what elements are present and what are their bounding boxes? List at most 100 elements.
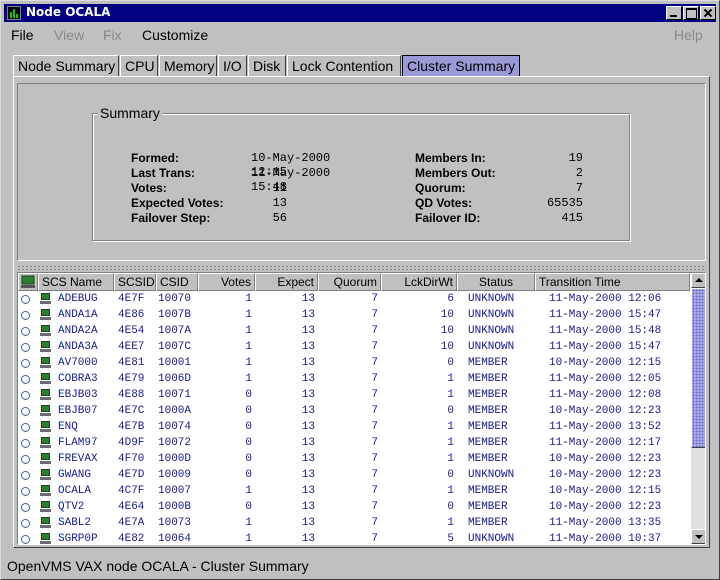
table-row[interactable]: ANDA2A 4E54 1007A 1 13 7 10 UNKNOWN 11-May-2000 … xyxy=(18,323,690,339)
menu-help[interactable]: Help xyxy=(674,27,703,43)
row-select-radio[interactable] xyxy=(21,439,30,448)
table-row[interactable]: EBJB03 4E88 10071 0 13 7 1 MEMBER 11-May-2000 12… xyxy=(18,387,690,403)
menu-customize[interactable]: Customize xyxy=(142,27,208,43)
table-row[interactable]: ADEBUG 4E7F 10070 1 13 7 6 UNKNOWN 11-May-2000 1… xyxy=(18,291,690,307)
cell-scsid: 4E7D xyxy=(118,469,145,481)
cell-lckdirwt: 1 xyxy=(447,437,454,449)
row-select-radio[interactable] xyxy=(21,423,30,432)
node-computer-icon xyxy=(40,309,51,321)
row-select-radio[interactable] xyxy=(21,359,30,368)
cell-scs-name: FLAM97 xyxy=(58,437,98,449)
row-select-radio[interactable] xyxy=(21,487,30,496)
splitter-handle[interactable] xyxy=(17,265,706,270)
maximize-icon[interactable] xyxy=(683,6,699,20)
row-select-radio[interactable] xyxy=(21,503,30,512)
cell-quorum: 7 xyxy=(371,437,378,449)
row-select-radio[interactable] xyxy=(21,343,30,352)
tab-lock-contention[interactable]: Lock Contention xyxy=(287,55,401,77)
cell-expect: 13 xyxy=(301,469,315,481)
table-row[interactable]: ENQ 4E7B 10074 0 13 7 1 MEMBER 11-May-2000 13:52 xyxy=(18,419,690,435)
table-row[interactable]: ANDA3A 4EE7 1007C 1 13 7 10 UNKNOWN 11-May-2000 … xyxy=(18,339,690,355)
cell-transition-time: 11-May-2000 12:06 xyxy=(549,293,662,305)
cell-expect: 13 xyxy=(301,517,315,529)
column-votes[interactable]: Votes xyxy=(198,273,255,291)
members-out-value: 2 xyxy=(575,166,583,180)
vertical-scrollbar[interactable] xyxy=(691,273,705,544)
cell-transition-time: 10-May-2000 12:15 xyxy=(549,485,662,497)
scroll-down-icon[interactable] xyxy=(691,529,705,544)
cell-lckdirwt: 1 xyxy=(447,453,454,465)
cell-quorum: 7 xyxy=(371,421,378,433)
cell-status: UNKNOWN xyxy=(468,341,515,353)
table-row[interactable]: SABL2 4E7A 10073 1 13 7 1 MEMBER 11-May-2000 13:… xyxy=(18,515,690,531)
column-csid[interactable]: CSID xyxy=(156,273,198,291)
row-select-radio[interactable] xyxy=(21,407,30,416)
menu-fix[interactable]: Fix xyxy=(103,27,122,43)
cell-status: MEMBER xyxy=(468,389,508,401)
tab-memory[interactable]: Memory xyxy=(159,55,217,77)
row-select-radio[interactable] xyxy=(21,327,30,336)
column-scsid[interactable]: SCSID xyxy=(114,273,156,291)
cell-csid: 1007A xyxy=(158,325,192,337)
cell-quorum: 7 xyxy=(371,325,378,337)
cell-csid: 10073 xyxy=(158,517,192,529)
column-lckdirwt[interactable]: LckDirWt xyxy=(381,273,457,291)
cell-expect: 13 xyxy=(301,485,315,497)
column-scs-name[interactable]: SCS Name xyxy=(38,273,114,291)
cell-expect: 13 xyxy=(301,357,315,369)
cell-csid: 10072 xyxy=(158,437,192,449)
tab-disk[interactable]: Disk xyxy=(248,55,286,77)
column-quorum[interactable]: Quorum xyxy=(318,273,381,291)
node-computer-icon xyxy=(40,405,51,417)
column-expect[interactable]: Expect xyxy=(255,273,318,291)
cell-transition-time: 11-May-2000 13:52 xyxy=(549,421,662,433)
row-select-radio[interactable] xyxy=(21,535,30,544)
cell-expect: 13 xyxy=(301,501,315,513)
table-row[interactable]: QTV2 4E64 1000B 0 13 7 0 MEMBER 10-May-2000 12:2… xyxy=(18,499,690,515)
cell-lckdirwt: 0 xyxy=(447,405,454,417)
table-row[interactable]: COBRA3 4E79 1006D 1 13 7 1 MEMBER 11-May-2000 12… xyxy=(18,371,690,387)
table-row[interactable]: OCALA 4C7F 10007 1 13 7 1 MEMBER 10-May-2000 12:… xyxy=(18,483,690,499)
cell-transition-time: 10-May-2000 12:15 xyxy=(549,357,662,369)
table-row[interactable]: EBJB07 4E7C 1000A 0 13 7 0 MEMBER 10-May-2000 12… xyxy=(18,403,690,419)
table-row[interactable]: FLAM97 4D9F 10072 0 13 7 1 MEMBER 11-May-2000 12… xyxy=(18,435,690,451)
table-row[interactable]: SGRP0P 4E82 10064 1 13 7 5 UNKNOWN 11-May-2000 1… xyxy=(18,531,690,544)
row-select-radio[interactable] xyxy=(21,375,30,384)
menu-view[interactable]: View xyxy=(54,27,84,43)
scroll-up-icon[interactable] xyxy=(691,273,705,288)
close-icon[interactable] xyxy=(700,6,716,20)
scroll-thumb[interactable] xyxy=(691,288,705,448)
cell-votes: 1 xyxy=(245,309,252,321)
cell-status: MEMBER xyxy=(468,453,508,465)
tab-cpu[interactable]: CPU xyxy=(120,55,158,77)
tab-node-summary[interactable]: Node Summary xyxy=(13,55,119,77)
row-select-radio[interactable] xyxy=(21,295,30,304)
votes-label: Votes: xyxy=(131,181,167,195)
cell-quorum: 7 xyxy=(371,517,378,529)
cell-scsid: 4E7F xyxy=(118,293,145,305)
column-status[interactable]: Status xyxy=(457,273,535,291)
title-bar[interactable]: Node OCALA xyxy=(4,4,716,22)
table-row[interactable]: FREVAX 4F70 1000D 0 13 7 1 MEMBER 10-May-2000 12… xyxy=(18,451,690,467)
table-row[interactable]: GWANG 4E7D 10009 0 13 7 0 UNKNOWN 10-May-2000 12… xyxy=(18,467,690,483)
column-chooser-icon[interactable] xyxy=(18,273,38,291)
tab-cluster-summary[interactable]: Cluster Summary xyxy=(402,55,520,77)
quorum-value: 7 xyxy=(575,181,583,195)
table-row[interactable]: AV7000 4E81 10001 1 13 7 0 MEMBER 10-May-2000 12… xyxy=(18,355,690,371)
cell-expect: 13 xyxy=(301,373,315,385)
column-transition-time[interactable]: Transition Time xyxy=(535,273,690,291)
cell-scs-name: ADEBUG xyxy=(58,293,98,305)
members-in-value: 19 xyxy=(568,151,583,165)
cell-lckdirwt: 6 xyxy=(447,293,454,305)
menu-file[interactable]: File xyxy=(11,27,34,43)
row-select-radio[interactable] xyxy=(21,311,30,320)
cell-expect: 13 xyxy=(301,421,315,433)
tab-io[interactable]: I/O xyxy=(218,55,247,77)
row-select-radio[interactable] xyxy=(21,519,30,528)
minimize-icon[interactable] xyxy=(666,6,682,20)
row-select-radio[interactable] xyxy=(21,455,30,464)
table-row[interactable]: ANDA1A 4E86 1007B 1 13 7 10 UNKNOWN 11-May-2000 … xyxy=(18,307,690,323)
row-select-radio[interactable] xyxy=(21,471,30,480)
row-select-radio[interactable] xyxy=(21,391,30,400)
node-computer-icon xyxy=(40,453,51,465)
